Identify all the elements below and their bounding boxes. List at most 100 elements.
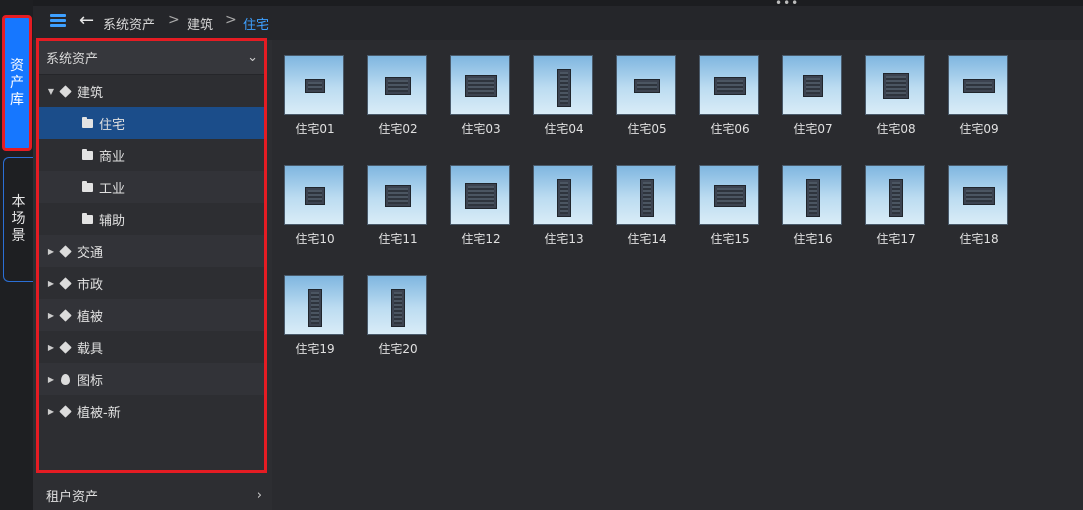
asset-thumbnail bbox=[782, 55, 842, 115]
asset-card[interactable]: 住宅13 bbox=[533, 165, 595, 247]
cube-icon bbox=[59, 404, 72, 418]
asset-name: 住宅10 bbox=[295, 232, 335, 246]
tree-item-label: 辅助 bbox=[99, 213, 126, 229]
building-model bbox=[883, 73, 909, 99]
building-model bbox=[634, 79, 660, 93]
tenant-assets-row[interactable]: 租户资产 › bbox=[36, 480, 270, 510]
tree-item-label: 图标 bbox=[77, 373, 104, 389]
asset-name: 住宅08 bbox=[876, 122, 916, 136]
building-model bbox=[465, 75, 497, 97]
tree-item[interactable]: ▶ 市政 bbox=[39, 267, 264, 299]
asset-card[interactable]: 住宅19 bbox=[284, 275, 346, 357]
asset-card[interactable]: 住宅18 bbox=[948, 165, 1010, 247]
asset-name: 住宅19 bbox=[295, 342, 335, 356]
asset-card[interactable]: 住宅10 bbox=[284, 165, 346, 247]
this-scene-tab-char: 本 bbox=[11, 194, 26, 210]
asset-name: 住宅05 bbox=[627, 122, 667, 136]
asset-card[interactable]: 住宅07 bbox=[782, 55, 844, 137]
caret-down-icon[interactable]: ▼ bbox=[44, 87, 58, 96]
asset-card[interactable]: 住宅06 bbox=[699, 55, 761, 137]
tree-item[interactable]: ▶ 载具 bbox=[39, 331, 264, 363]
asset-name: 住宅18 bbox=[959, 232, 999, 246]
tree-item-label: 交通 bbox=[77, 245, 104, 261]
building-model bbox=[714, 185, 746, 207]
tree-item[interactable]: 工业 bbox=[39, 171, 264, 203]
asset-card[interactable]: 住宅04 bbox=[533, 55, 595, 137]
building-model bbox=[557, 179, 571, 217]
asset-card[interactable]: 住宅20 bbox=[367, 275, 429, 357]
asset-card[interactable]: 住宅11 bbox=[367, 165, 429, 247]
caret-right-icon[interactable]: ▶ bbox=[44, 247, 58, 256]
caret-right-icon[interactable]: ▶ bbox=[44, 279, 58, 288]
top-strip bbox=[33, 0, 1083, 6]
caret-right-icon[interactable]: ▶ bbox=[44, 311, 58, 320]
building-model bbox=[806, 179, 820, 217]
building-model bbox=[465, 183, 497, 209]
asset-thumbnail bbox=[948, 165, 1008, 225]
tree-item[interactable]: ▶ 交通 bbox=[39, 235, 264, 267]
tree-item[interactable]: 商业 bbox=[39, 139, 264, 171]
tree-item[interactable]: 住宅 bbox=[39, 107, 264, 139]
asset-card[interactable]: 住宅12 bbox=[450, 165, 512, 247]
this-scene-tab-char: 景 bbox=[11, 228, 26, 244]
asset-name: 住宅15 bbox=[710, 232, 750, 246]
asset-card[interactable]: 住宅17 bbox=[865, 165, 927, 247]
tree-item-label: 植被-新 bbox=[77, 405, 121, 421]
chevron-right-icon: › bbox=[256, 487, 262, 503]
building-model bbox=[305, 187, 325, 205]
asset-name: 住宅09 bbox=[959, 122, 999, 136]
tree-item-label: 载具 bbox=[77, 341, 104, 357]
breadcrumb-building[interactable]: 建筑 bbox=[187, 14, 213, 33]
asset-card[interactable]: 住宅15 bbox=[699, 165, 761, 247]
tree-item[interactable]: 辅助 bbox=[39, 203, 264, 235]
asset-tree-panel: 系统资产 ⌄ ▼ 建筑 住宅 商业 工业 辅助 ▶ 交通 ▶ 市政 ▶ 植被 ▶ 载具 ▶ 图标 ▶ 植被-新 租… bbox=[33, 38, 272, 510]
asset-card[interactable]: 住宅05 bbox=[616, 55, 678, 137]
this-scene-tab-char: 场 bbox=[11, 211, 26, 227]
asset-thumbnail bbox=[533, 55, 593, 115]
tree-item[interactable]: ▶ 植被-新 bbox=[39, 395, 264, 427]
breadcrumb-system-assets[interactable]: 系统资产 bbox=[103, 14, 155, 33]
asset-card[interactable]: 住宅14 bbox=[616, 165, 678, 247]
asset-library-tab[interactable]: 资 产 库 bbox=[2, 15, 32, 151]
tree-root-header[interactable]: 系统资产 ⌄ bbox=[39, 41, 264, 75]
tree-item[interactable]: ▶ 图标 bbox=[39, 363, 264, 395]
building-model bbox=[803, 75, 823, 97]
asset-thumbnail bbox=[367, 55, 427, 115]
asset-card[interactable]: 住宅02 bbox=[367, 55, 429, 137]
this-scene-tab[interactable]: 本 场 景 bbox=[3, 157, 33, 282]
asset-name: 住宅12 bbox=[461, 232, 501, 246]
asset-name: 住宅06 bbox=[710, 122, 750, 136]
asset-card[interactable]: 住宅16 bbox=[782, 165, 844, 247]
asset-card[interactable]: 住宅09 bbox=[948, 55, 1010, 137]
tree-root-label: 系统资产 bbox=[46, 52, 99, 67]
asset-card[interactable]: 住宅08 bbox=[865, 55, 927, 137]
tree-item-label: 建筑 bbox=[77, 85, 104, 101]
folder-icon bbox=[82, 212, 93, 224]
caret-right-icon[interactable]: ▶ bbox=[44, 343, 58, 352]
asset-card[interactable]: 住宅03 bbox=[450, 55, 512, 137]
back-arrow-icon[interactable]: ← bbox=[79, 10, 94, 31]
drag-handle-icon[interactable]: ••• bbox=[775, 0, 799, 10]
asset-thumbnail bbox=[284, 165, 344, 225]
tree-item-label: 植被 bbox=[77, 309, 104, 325]
asset-thumbnail bbox=[616, 55, 676, 115]
asset-name: 住宅01 bbox=[295, 122, 335, 136]
caret-right-icon[interactable]: ▶ bbox=[44, 375, 58, 384]
breadcrumb-residential: 住宅 bbox=[243, 18, 270, 33]
building-model bbox=[963, 79, 995, 93]
tree-item[interactable]: ▼ 建筑 bbox=[39, 75, 264, 107]
cube-icon bbox=[59, 340, 72, 354]
asset-thumbnail bbox=[865, 165, 925, 225]
menu-icon[interactable] bbox=[50, 14, 66, 28]
tree-rows: ▼ 建筑 住宅 商业 工业 辅助 ▶ 交通 ▶ 市政 ▶ 植被 ▶ 载具 ▶ 图标 ▶ 植被-新 bbox=[39, 75, 264, 427]
asset-name: 住宅13 bbox=[544, 232, 584, 246]
asset-thumbnail bbox=[699, 55, 759, 115]
tree-item[interactable]: ▶ 植被 bbox=[39, 299, 264, 331]
asset-thumbnail bbox=[450, 165, 510, 225]
tenant-assets-label: 租户资产 bbox=[46, 489, 99, 505]
caret-right-icon[interactable]: ▶ bbox=[44, 407, 58, 416]
asset-library-tab-char: 资 bbox=[10, 57, 24, 74]
building-model bbox=[308, 289, 322, 327]
asset-thumbnail bbox=[782, 165, 842, 225]
asset-card[interactable]: 住宅01 bbox=[284, 55, 346, 137]
